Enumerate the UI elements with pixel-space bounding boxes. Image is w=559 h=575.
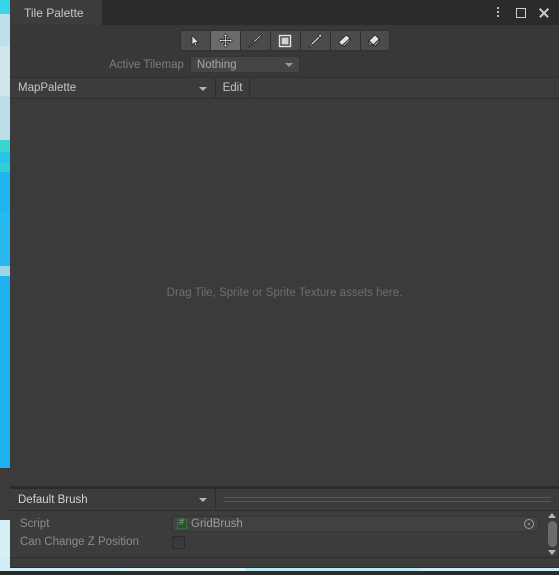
tool-box-fill-button[interactable] — [269, 30, 300, 51]
tool-select-button[interactable] — [179, 30, 210, 51]
palette-edit-button[interactable]: Edit — [216, 78, 250, 98]
scroll-down-arrow-icon[interactable] — [548, 550, 556, 555]
active-tilemap-dropdown[interactable]: Nothing — [189, 56, 300, 73]
inspector-row-can-change-z: Can Change Z Position — [10, 533, 545, 551]
script-label: Script — [20, 518, 50, 530]
eraser-icon — [337, 33, 353, 49]
tab-label: Tile Palette — [24, 5, 84, 20]
window-tabbar: Tile Palette — [10, 0, 559, 25]
chevron-down-icon — [199, 498, 207, 502]
inspector-scrollbar[interactable] — [545, 511, 559, 557]
palette-drop-canvas[interactable]: Drag Tile, Sprite or Sprite Texture asse… — [10, 99, 559, 486]
palette-drop-hint: Drag Tile, Sprite or Sprite Texture asse… — [166, 286, 403, 299]
active-tilemap-value: Nothing — [196, 58, 237, 71]
scene-left-strip — [0, 0, 10, 575]
palette-dropdown[interactable]: MapPalette — [10, 78, 216, 98]
inspector-row-script: Script GridBrush — [10, 515, 545, 533]
scene-bottom-border — [0, 571, 559, 575]
palette-dropdown-value: MapPalette — [18, 82, 77, 94]
can-change-z-position-checkbox[interactable] — [172, 535, 185, 549]
eyedropper-icon — [307, 33, 323, 49]
palette-edit-label: Edit — [222, 82, 243, 94]
window-bottom-strip — [10, 558, 559, 568]
move-arrows-icon — [217, 33, 233, 48]
brush-selector-row: Default Brush — [10, 489, 559, 511]
tool-picker-button[interactable] — [299, 30, 330, 51]
tile-palette-window: Tile Palette Active Tilemap Nothing MapP… — [10, 0, 559, 568]
active-tilemap-label: Active Tilemap — [109, 58, 184, 71]
csharp-script-icon — [177, 517, 187, 529]
cursor-arrow-icon — [188, 34, 202, 48]
paint-brush-icon — [247, 33, 263, 49]
palette-selector-row: MapPalette Edit — [10, 77, 559, 99]
maximize-icon[interactable] — [514, 6, 528, 20]
brush-dropdown-value: Default Brush — [18, 493, 88, 506]
script-value: GridBrush — [191, 518, 243, 530]
tool-move-button[interactable] — [209, 30, 240, 51]
tool-button-group — [10, 30, 559, 51]
palette-toolbar-area: Active Tilemap Nothing — [10, 25, 559, 77]
tool-paint-button[interactable] — [239, 30, 270, 51]
tool-fill-button[interactable] — [359, 30, 390, 51]
active-tilemap-row: Active Tilemap Nothing — [10, 56, 559, 73]
brush-dropdown[interactable]: Default Brush — [10, 489, 216, 510]
can-change-z-position-label: Can Change Z Position — [20, 536, 139, 548]
filled-square-icon — [278, 34, 292, 48]
paint-bucket-icon — [367, 33, 383, 49]
object-picker-icon[interactable] — [524, 519, 534, 529]
close-icon[interactable] — [537, 6, 551, 20]
drag-handle-icon[interactable] — [216, 489, 559, 510]
scroll-track[interactable] — [547, 518, 557, 550]
brush-inspector-fields: Script GridBrush Can Change Z Position — [10, 511, 545, 557]
chevron-down-icon — [284, 63, 293, 67]
brush-inspector: Script GridBrush Can Change Z Position — [10, 511, 559, 558]
chevron-down-icon — [199, 86, 207, 91]
window-controls — [491, 0, 555, 25]
scroll-thumb[interactable] — [547, 521, 557, 547]
palette-row-spacer — [250, 78, 559, 98]
kebab-menu-icon[interactable] — [491, 5, 505, 21]
tool-erase-button[interactable] — [329, 30, 360, 51]
tab-tile-palette[interactable]: Tile Palette — [10, 0, 102, 25]
script-object-field[interactable]: GridBrush — [172, 516, 539, 532]
